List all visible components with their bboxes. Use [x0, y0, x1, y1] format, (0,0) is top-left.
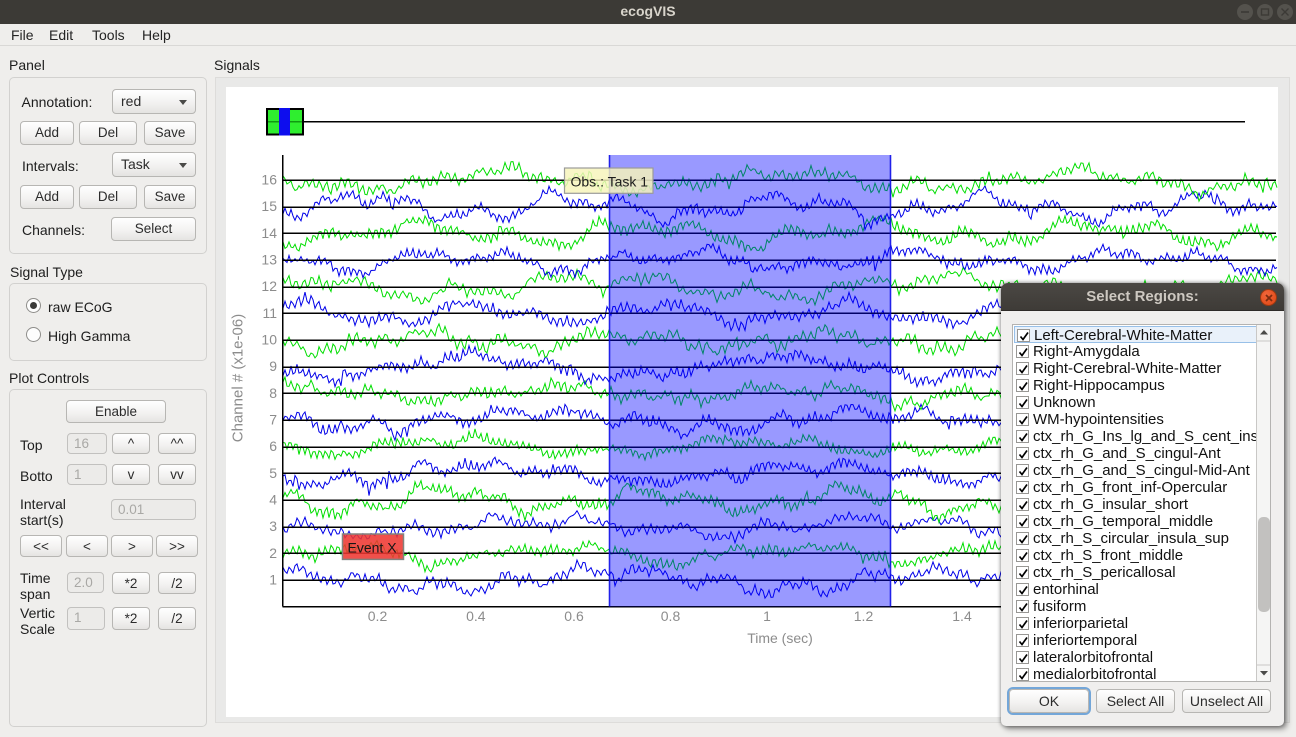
svg-text:0.8: 0.8 [661, 608, 681, 624]
svg-text:5: 5 [269, 465, 277, 481]
svg-text:11: 11 [262, 305, 277, 321]
svg-text:0.4: 0.4 [466, 608, 486, 624]
svg-text:1.4: 1.4 [952, 608, 972, 624]
svg-text:16: 16 [261, 172, 277, 188]
svg-text:10: 10 [261, 332, 277, 348]
svg-text:1.2: 1.2 [854, 608, 874, 624]
svg-text:Obs.: Task 1: Obs.: Task 1 [571, 174, 649, 190]
svg-text:13: 13 [261, 252, 277, 268]
svg-text:0.6: 0.6 [564, 608, 584, 624]
svg-text:Event X: Event X [348, 540, 398, 556]
svg-text:9: 9 [269, 358, 277, 374]
svg-text:3: 3 [269, 518, 277, 534]
svg-text:15: 15 [261, 198, 277, 214]
svg-text:0.2: 0.2 [368, 608, 388, 624]
svg-text:1: 1 [269, 572, 277, 588]
svg-text:Channel # (x1e-06): Channel # (x1e-06) [230, 314, 247, 442]
svg-text:4: 4 [269, 492, 277, 508]
svg-text:Time (sec): Time (sec) [747, 630, 813, 646]
svg-text:14: 14 [261, 225, 277, 241]
svg-text:6: 6 [269, 438, 277, 454]
svg-text:8: 8 [269, 385, 277, 401]
svg-text:7: 7 [269, 412, 277, 428]
svg-text:2: 2 [269, 545, 277, 561]
svg-text:1: 1 [763, 608, 771, 624]
svg-text:12: 12 [261, 278, 277, 294]
